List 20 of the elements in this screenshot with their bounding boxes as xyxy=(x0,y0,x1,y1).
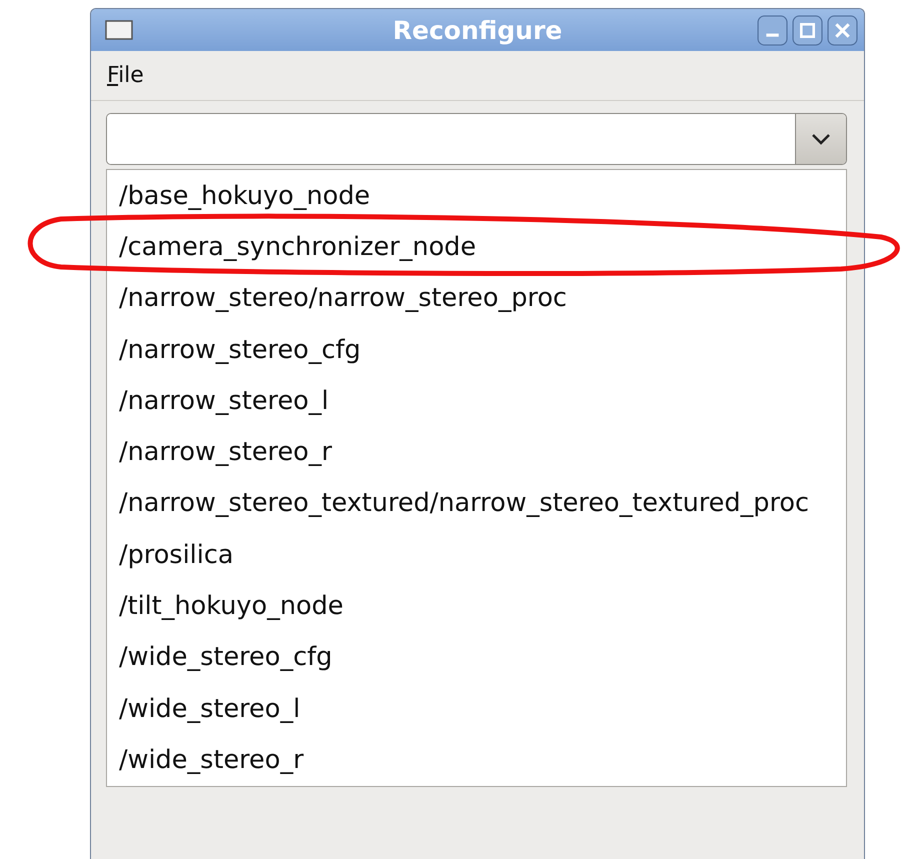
list-item[interactable]: /wide_stereo_cfg xyxy=(119,642,332,672)
list-item[interactable]: /tilt_hokuyo_node xyxy=(119,591,344,622)
list-item[interactable]: /narrow_stereo_r xyxy=(119,437,332,468)
maximize-icon[interactable] xyxy=(792,14,823,46)
close-icon[interactable] xyxy=(827,14,858,46)
minimize-icon[interactable] xyxy=(757,14,788,46)
list-item[interactable]: /wide_stereo_r xyxy=(119,744,304,775)
window-icon xyxy=(105,20,133,40)
window-title: Reconfigure xyxy=(392,16,562,44)
list-item[interactable]: /camera_synchronizer_node xyxy=(119,232,476,262)
list-item[interactable]: /prosilica xyxy=(119,540,234,570)
chevron-icon xyxy=(811,133,831,145)
list-item[interactable]: /narrow_stereo_textured/narrow_stereo_textured_proc xyxy=(119,488,810,518)
list-item[interactable]: /base_hokuyo_node xyxy=(119,180,370,211)
dropdown-button[interactable] xyxy=(795,114,846,164)
list-item[interactable]: /narrow_stereo_cfg xyxy=(119,334,361,365)
list-item[interactable]: /narrow_stereo/narrow_stereo_proc xyxy=(119,283,567,314)
list-item[interactable]: /narrow_stereo_l xyxy=(119,386,329,416)
list-item[interactable]: /wide_stereo_l xyxy=(119,694,300,724)
menu-item[interactable]: File xyxy=(107,63,144,88)
